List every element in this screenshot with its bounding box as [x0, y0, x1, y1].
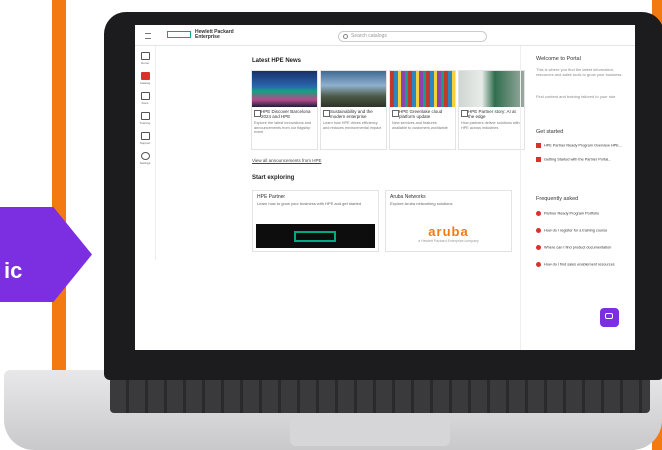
aruba-card[interactable]: Aruba Networks Explore Aruba networking …: [385, 190, 512, 252]
news-card[interactable]: HPE Greenlake cloud platform update New …: [389, 70, 456, 150]
chat-button[interactable]: [600, 308, 619, 327]
brand-name: Hewlett Packard Enterprise: [195, 29, 234, 40]
faq-icon: [536, 228, 541, 233]
news-title: Sustainability and the modern enterprise: [330, 109, 373, 119]
sidebar-item-label: Docs: [141, 101, 149, 105]
pdf-link[interactable]: HPE Partner Ready Program Overview HPE..…: [536, 143, 634, 148]
article-icon: [392, 110, 399, 117]
get-started-heading: Get started: [536, 129, 564, 135]
pdf-link-label: Getting Started with the Partner Portal.…: [544, 157, 612, 162]
partner-card[interactable]: HPE Partner Learn how to grow your busin…: [252, 190, 379, 252]
news-title: HPE Discover Barcelona 2024 and HPE: [261, 109, 311, 119]
partner-banner: [256, 224, 375, 248]
news-desc: Explore the latest innovations and annou…: [254, 121, 311, 134]
faq-link-label: Where can I find product documentation: [544, 245, 612, 250]
training-icon: [140, 112, 150, 120]
news-image: [321, 71, 386, 107]
sidebar-item-label: Support: [139, 141, 151, 145]
news-card[interactable]: HPE Discover Barcelona 2024 and HPE Expl…: [251, 70, 318, 150]
pdf-icon: [536, 157, 541, 162]
sidebar-item-catalog[interactable]: Catalog: [137, 72, 153, 90]
pdf-link[interactable]: Getting Started with the Partner Portal.…: [536, 157, 634, 162]
article-icon: [323, 110, 330, 117]
docs-icon: [140, 92, 150, 100]
catalog-icon: [140, 72, 150, 80]
news-card[interactable]: Sustainability and the modern enterprise…: [320, 70, 387, 150]
news-image: [390, 71, 455, 107]
promo-arrow-badge: [0, 207, 92, 302]
top-navbar: Hewlett Packard Enterprise Search catalo…: [135, 25, 635, 46]
news-desc: How partners deliver solutions with HPE …: [461, 121, 520, 130]
welcome-heading: Welcome to Portal: [536, 56, 581, 62]
pdf-icon: [536, 143, 541, 148]
card-desc: Learn how to grow your business with HPE…: [257, 201, 362, 206]
hpe-logo[interactable]: [167, 31, 191, 38]
start-heading: Start exploring: [252, 175, 295, 181]
menu-icon[interactable]: [145, 33, 151, 39]
faq-link[interactable]: How do I register for a training course: [536, 228, 634, 233]
faq-icon: [536, 245, 541, 250]
sidebar-item-docs[interactable]: Docs: [137, 92, 153, 110]
faq-link[interactable]: Where can I find product documentation: [536, 245, 634, 250]
news-image: [459, 71, 524, 107]
news-desc: New services and features available to c…: [392, 121, 448, 130]
faq-icon: [536, 262, 541, 267]
pdf-link-label: HPE Partner Ready Program Overview HPE..…: [544, 143, 622, 148]
chat-icon: [605, 313, 613, 319]
aruba-tagline: a Hewlett Packard Enterprise company: [418, 239, 479, 243]
welcome-text: This is where you find the latest inform…: [536, 67, 623, 77]
sidebar-item-label: Catalog: [139, 81, 151, 85]
card-title: HPE Partner: [257, 194, 286, 200]
news-card[interactable]: HPE Partner story: AI at the edge How pa…: [458, 70, 525, 150]
card-desc: Explore Aruba networking solutions: [390, 201, 453, 206]
sidebar-item-settings[interactable]: Settings: [137, 152, 153, 170]
faq-link[interactable]: How do I find sales enablement resources: [536, 262, 634, 267]
promo-badge-text: ic: [4, 258, 23, 283]
faq-link-label: Partner Ready Program Portfolio: [544, 211, 600, 216]
news-heading: Latest HPE News: [252, 58, 302, 64]
laptop-screen: Hewlett Packard Enterprise Search catalo…: [135, 25, 635, 350]
faq-link-label: How do I find sales enablement resources: [544, 262, 615, 267]
laptop-trackpad: [290, 418, 450, 446]
sidebar-item-label: Training: [139, 121, 151, 125]
welcome-text-secondary: Find content and training tailored to yo…: [536, 94, 617, 99]
view-all-news-link[interactable]: View all announcements from HPE: [252, 158, 321, 163]
card-title: Aruba Networks: [390, 194, 426, 200]
news-image: [252, 71, 317, 107]
laptop-keyboard: [110, 375, 650, 413]
news-title: HPE Greenlake cloud platform update: [399, 109, 443, 119]
sidebar-item-home[interactable]: Home: [137, 52, 153, 70]
faq-link[interactable]: Partner Ready Program Portfolio: [536, 211, 634, 216]
gear-icon: [140, 152, 150, 160]
search-input[interactable]: Search catalogs: [338, 31, 487, 42]
article-icon: [461, 110, 468, 117]
search-icon: [343, 34, 348, 39]
faq-link-label: How do I register for a training course: [544, 228, 608, 233]
right-panel: Welcome to Portal This is where you find…: [520, 46, 635, 350]
article-icon: [254, 110, 261, 117]
news-title: HPE Partner story: AI at the edge: [468, 109, 516, 119]
faq-icon: [536, 211, 541, 216]
search-placeholder: Search catalogs: [351, 33, 387, 39]
home-icon: [140, 52, 150, 60]
hpe-logo: [294, 231, 336, 242]
sidebar-item-label: Settings: [139, 161, 151, 165]
sidebar: Home Catalog Docs Training Support Setti…: [135, 46, 156, 260]
faq-heading: Frequently asked: [536, 196, 579, 202]
aruba-logo: aruba: [428, 224, 469, 239]
sidebar-item-support[interactable]: Support: [137, 132, 153, 150]
news-desc: Learn how HPE drives efficiency and redu…: [323, 121, 382, 130]
sidebar-item-training[interactable]: Training: [137, 112, 153, 130]
support-icon: [140, 132, 150, 140]
sidebar-item-label: Home: [140, 61, 149, 65]
